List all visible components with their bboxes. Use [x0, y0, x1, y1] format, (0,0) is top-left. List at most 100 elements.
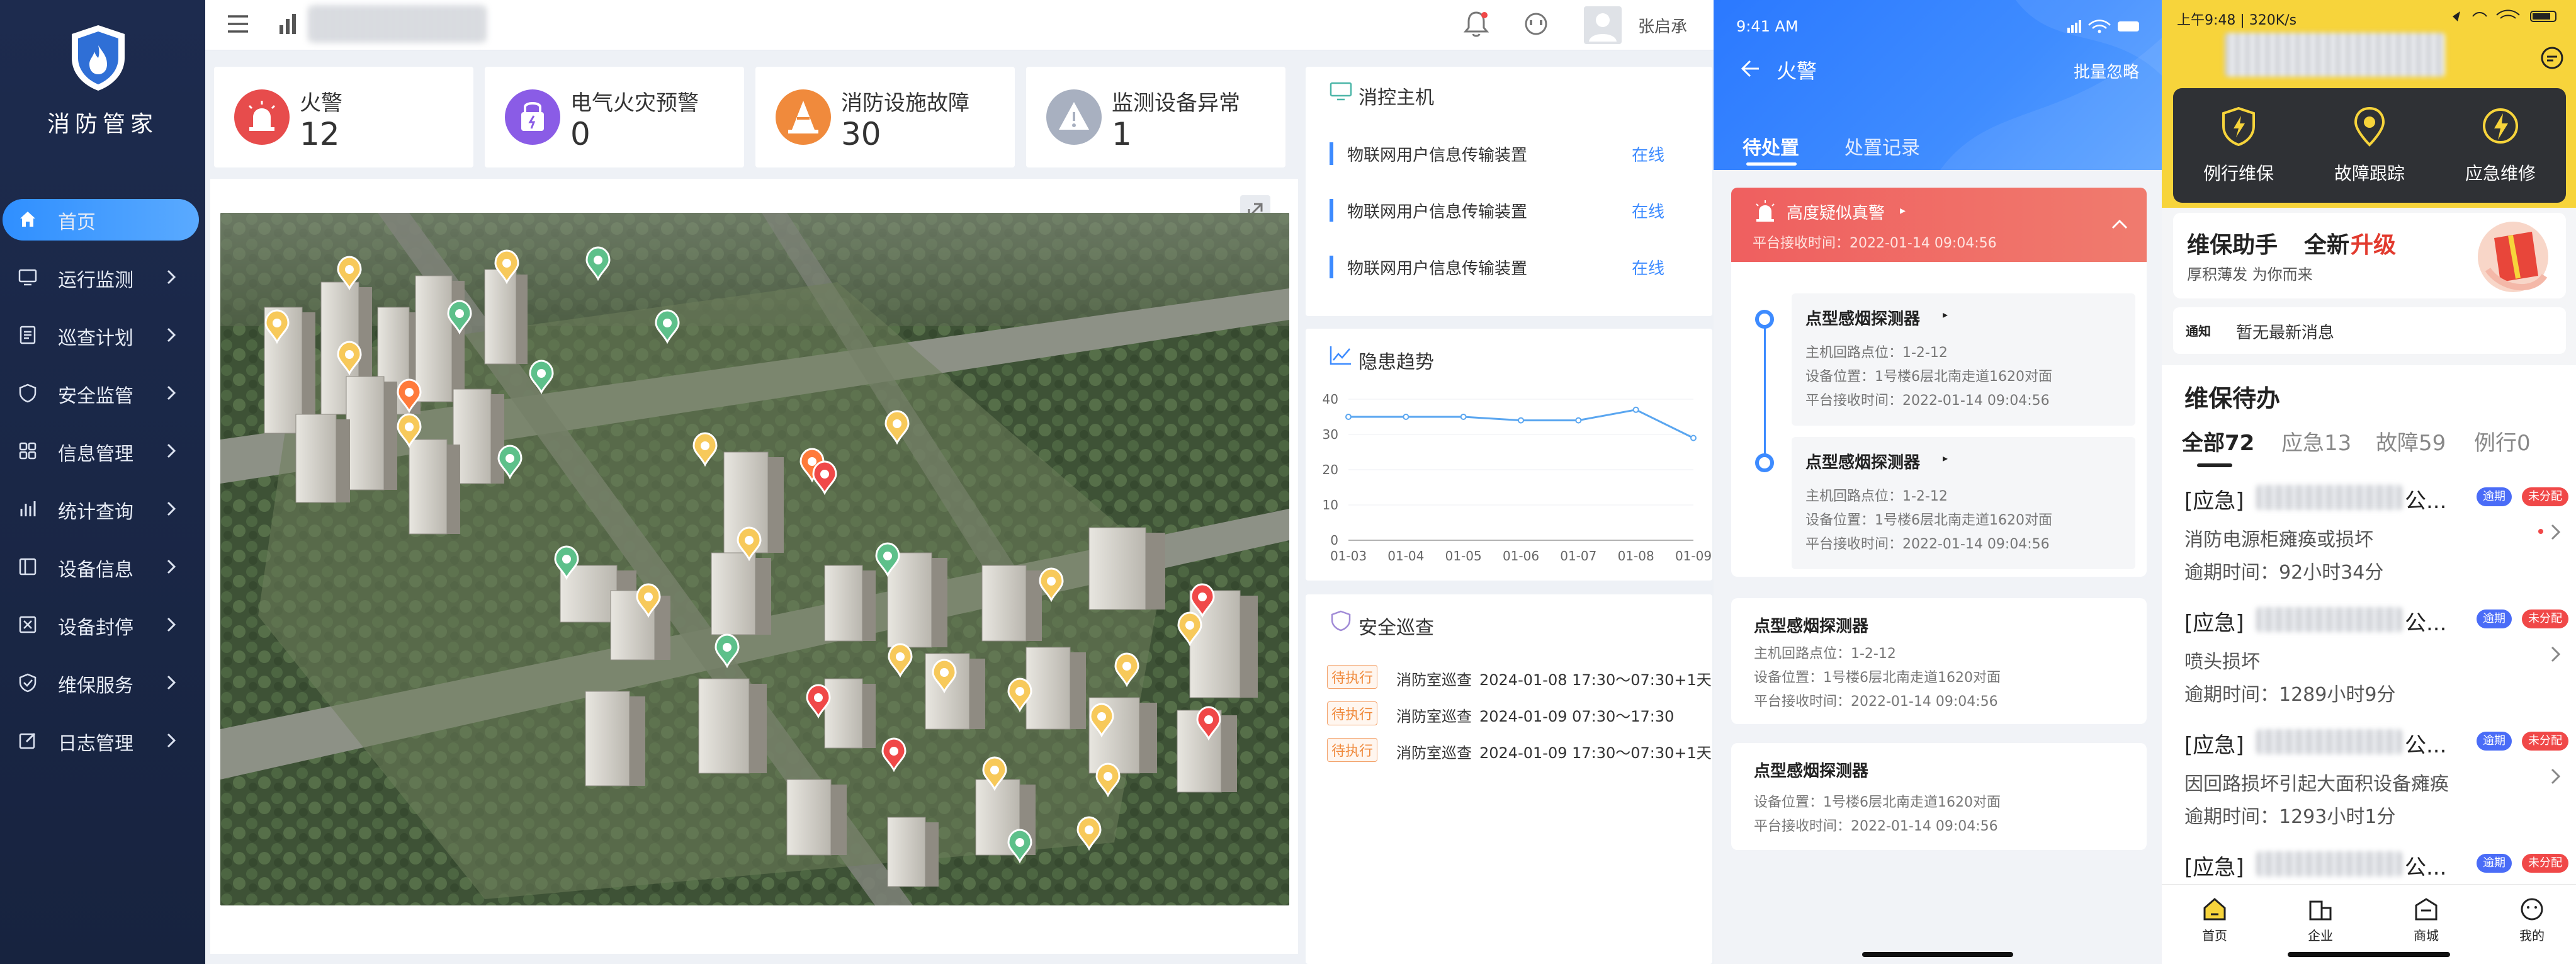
tab-underline — [1746, 162, 1797, 166]
promo-banner[interactable]: 维保助手 全新 升级 厚积薄发 为你而来 — [2173, 213, 2566, 298]
todo-time: 逾期时间：1289小时9分 — [2184, 684, 2396, 706]
tab-fault[interactable]: 故障59 — [2376, 426, 2446, 456]
warning-icon — [1059, 102, 1089, 130]
host-row[interactable]: 物联网用户信息传输装置 在线 — [1330, 137, 1669, 169]
news-text: 暂无最新消息 — [2236, 324, 2335, 343]
shield-bolt-icon — [2222, 106, 2255, 147]
bottom-nav-label[interactable]: 我的 — [2507, 926, 2557, 944]
stat-card-facility-fault[interactable]: 消防设施故障 30 — [755, 67, 1015, 167]
tab-all[interactable]: 全部72 — [2182, 426, 2254, 456]
news-bar[interactable]: 通知 暂无最新消息 — [2173, 307, 2566, 354]
bell-icon[interactable] — [1463, 10, 1489, 38]
chevron-right-icon — [167, 501, 176, 516]
stat-icon-bg — [1046, 89, 1102, 145]
caret-right-icon: ▸ — [1900, 204, 1906, 217]
data-point — [1690, 434, 1697, 441]
data-point — [1460, 414, 1467, 420]
stat-icon-bg — [776, 89, 831, 145]
shop-icon[interactable] — [2414, 897, 2439, 922]
headset-icon[interactable] — [1523, 11, 1549, 37]
nav-log-management[interactable]: 日志管理 — [0, 718, 205, 763]
chevron-right-icon — [167, 617, 176, 632]
nav-info-management[interactable]: 信息管理 — [0, 428, 205, 473]
back-arrow-icon[interactable] — [1740, 58, 1761, 79]
stat-icon-bg — [234, 89, 290, 145]
tab-pending[interactable]: 待处置 — [1743, 132, 1799, 160]
nav-maintenance[interactable]: 维保服务 — [0, 660, 205, 705]
nav-run-monitor[interactable]: 运行监测 — [0, 254, 205, 300]
map-building-shadow — [336, 419, 350, 502]
map-building-shadow — [1240, 596, 1258, 698]
overdue-badge: 逾期 — [2477, 854, 2512, 873]
patrol-status-tag: 待执行 — [1327, 665, 1378, 689]
todo-item[interactable]: [应急] 公... 逾期 未分配 喷头损坏 逾期时间：1289小时9分 — [2162, 596, 2576, 715]
stat-card-device-anomaly[interactable]: 监测设备异常 1 — [1026, 67, 1285, 167]
nav-label: 巡查计划 — [58, 327, 133, 349]
bottom-nav-label[interactable]: 企业 — [2295, 926, 2346, 944]
todo-suffix: 公... — [2405, 855, 2447, 880]
tool-fault-tracking[interactable]: 故障跟踪 — [2304, 88, 2435, 203]
todo-item[interactable]: [应急] 公... 逾期 未分配 因回路损坏引起大面积设备瘫痪 逾期时间：129… — [2162, 718, 2576, 837]
nav-safety-supervision[interactable]: 安全监管 — [0, 370, 205, 416]
chevron-up-icon[interactable] — [2110, 218, 2129, 230]
todo-time: 逾期时间：1293小时1分 — [2184, 806, 2396, 828]
device-time: 平台接收时间：2022-01-14 09:04:56 — [1805, 393, 2050, 409]
nav-statistics[interactable]: 统计查询 — [0, 486, 205, 531]
nav-patrol-plan[interactable]: 巡查计划 — [0, 312, 205, 358]
todo-desc: 因回路损坏引起大面积设备瘫痪 — [2184, 773, 2449, 795]
avatar[interactable] — [1584, 6, 1622, 44]
chevron-right-icon — [2551, 768, 2561, 785]
chevron-right-icon — [167, 559, 176, 574]
map-building-shadow — [1146, 533, 1165, 610]
map-building-shadow — [1070, 652, 1086, 729]
y-tick-label: 20 — [1323, 462, 1338, 477]
alarm-card[interactable]: 点型感烟探测器 主机回路点位：1-2-12 设备位置：1号楼6层北南走道1620… — [1731, 598, 2147, 724]
todo-item[interactable]: [应急] 公... 逾期 未分配 消防电源柜瘫痪或损坏 逾期时间：92小时34分 — [2162, 473, 2576, 593]
enterprise-icon[interactable] — [2308, 897, 2333, 922]
bottom-nav-label[interactable]: 商城 — [2401, 926, 2451, 944]
home-icon[interactable] — [2202, 897, 2227, 922]
chart-title: 隐患趋势 — [1359, 351, 1434, 373]
device-loop: 主机回路点位：1-2-12 — [1805, 345, 1948, 361]
shield-logo-icon — [72, 25, 125, 91]
alarm-light-icon — [1756, 200, 1775, 222]
tool-emergency-repair[interactable]: 应急维修 — [2435, 88, 2566, 203]
device-name: 点型感烟探测器 — [1754, 762, 1869, 781]
nav-label: 日志管理 — [58, 733, 133, 755]
stat-card-electrical-fire[interactable]: 电气火灾预警 0 — [485, 67, 744, 167]
host-row[interactable]: 物联网用户信息传输装置 在线 — [1330, 251, 1669, 282]
alert-banner[interactable]: 高度疑似真警 ▸ 平台接收时间：2022-01-14 09:04:56 — [1731, 188, 2147, 262]
timeline-line — [1764, 320, 1766, 462]
patrol-name[interactable]: 消防室巡查 — [1396, 667, 1472, 689]
timeline-card[interactable]: 点型感烟探测器 ▸ 主机回路点位：1-2-12 设备位置：1号楼6层北南走道16… — [1792, 437, 2135, 569]
user-name[interactable]: 张启承 — [1638, 14, 1687, 37]
tool-routine-maintenance[interactable]: 例行维保 — [2173, 88, 2304, 203]
tab-records[interactable]: 处置记录 — [1844, 132, 1920, 160]
news-icon: 通知 — [2186, 324, 2211, 339]
tab-emergency[interactable]: 应急13 — [2281, 426, 2351, 456]
patrol-name[interactable]: 消防室巡查 — [1396, 704, 1472, 726]
batch-ignore-button[interactable]: 批量忽略 — [2074, 59, 2139, 82]
alarm-card[interactable]: 点型感烟探测器 设备位置：1号楼6层北南走道1620对面 平台接收时间：2022… — [1731, 743, 2147, 850]
nav-device-info[interactable]: 设备信息 — [0, 544, 205, 589]
todo-item[interactable]: [应急] 公... 逾期 未分配 — [2162, 840, 2576, 884]
profile-icon[interactable] — [2519, 897, 2545, 922]
timeline-card[interactable]: 点型感烟探测器 ▸ 主机回路点位：1-2-12 设备位置：1号楼6层北南走道16… — [1792, 293, 2135, 426]
nav-home[interactable]: 首页 — [0, 196, 205, 242]
home-icon — [20, 212, 35, 227]
x-tick-label: 01-04 — [1387, 548, 1424, 564]
tab-routine[interactable]: 例行0 — [2474, 426, 2531, 456]
bottom-nav-label[interactable]: 首页 — [2189, 926, 2240, 944]
electric-lock-icon — [521, 102, 544, 131]
menu-icon[interactable] — [227, 13, 249, 35]
message-icon[interactable] — [2539, 45, 2565, 71]
aerial-map[interactable] — [220, 213, 1289, 905]
host-row[interactable]: 物联网用户信息传输装置 在线 — [1330, 194, 1669, 225]
stat-card-fire-alarm[interactable]: 火警 12 — [214, 67, 473, 167]
patrol-status-tag: 待执行 — [1327, 738, 1378, 762]
patrol-name[interactable]: 消防室巡查 — [1396, 740, 1472, 763]
nav-label: 运行监测 — [58, 269, 133, 292]
nav-device-seal[interactable]: 设备封停 — [0, 602, 205, 647]
device-time: 平台接收时间：2022-01-14 09:04:56 — [1754, 819, 1998, 834]
monitor-icon — [18, 269, 37, 286]
